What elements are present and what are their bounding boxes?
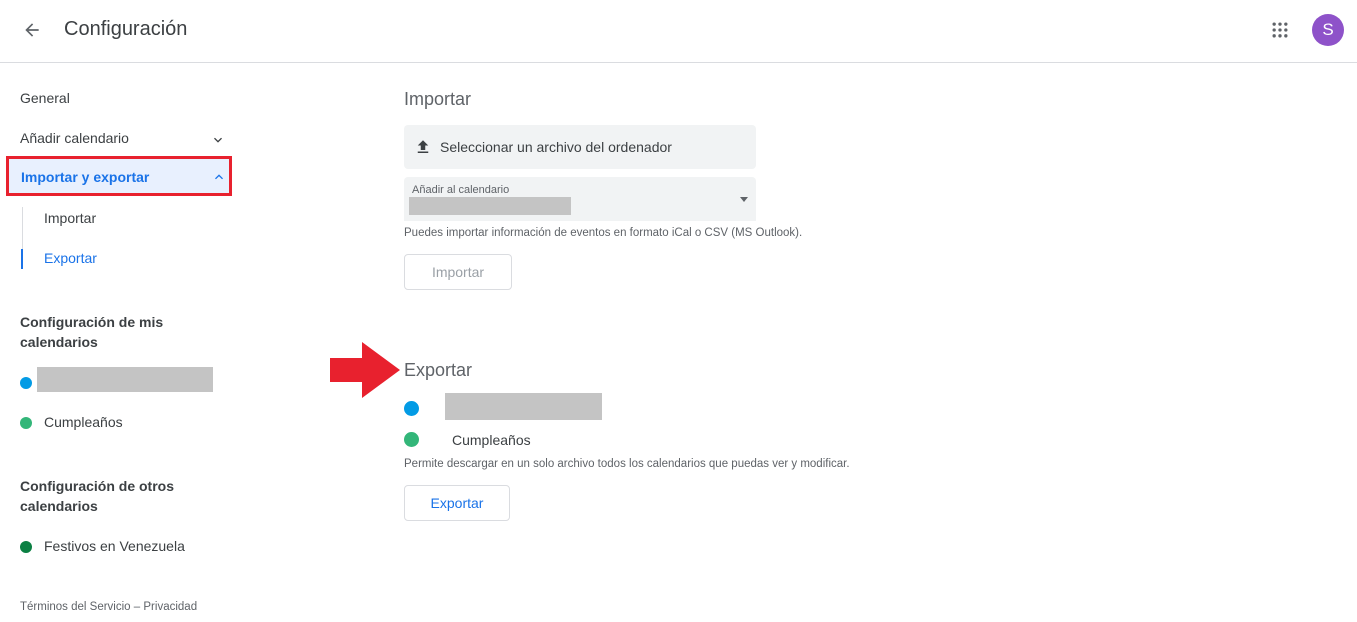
redacted-calendar-name (37, 367, 213, 392)
privacy-link[interactable]: Privacidad (143, 601, 197, 613)
export-section-title: Exportar (404, 360, 473, 380)
sidebar-item-general[interactable]: General (20, 90, 70, 106)
my-calendars-heading: Configuración de mis calendarios (20, 314, 164, 350)
upload-icon (417, 140, 429, 153)
calendar-label: Cumpleaños (44, 414, 123, 430)
dropdown-arrow-icon (740, 197, 748, 202)
settings-sidebar: General Añadir calendario Importar y exp… (0, 64, 240, 622)
import-section-title: Importar (404, 89, 472, 109)
other-calendars-heading: Configuración de otros calendarios (20, 478, 174, 514)
top-app-bar: Configuración S (0, 0, 1357, 63)
terms-link[interactable]: Términos del Servicio (20, 601, 131, 613)
export-help-text: Permite descargar en un solo archivo tod… (404, 458, 850, 470)
page-title: Configuración (64, 18, 188, 40)
annotation-arrow-icon (330, 342, 400, 398)
redacted-selected-calendar (409, 197, 571, 215)
calendar-color-dot (20, 541, 32, 553)
sidebar-item-add-calendar[interactable]: Añadir calendario (20, 130, 129, 146)
redacted-calendar-name (445, 393, 602, 420)
export-button[interactable]: Exportar (404, 485, 510, 521)
calendar-color-dot (20, 417, 32, 429)
calendar-label: Festivos en Venezuela (44, 538, 185, 554)
apps-grid-icon (1272, 22, 1288, 38)
back-button[interactable] (14, 12, 50, 48)
calendar-label: Cumpleaños (452, 432, 531, 448)
import-help-text: Puedes importar información de eventos e… (404, 227, 803, 239)
chevron-down-icon[interactable] (210, 132, 226, 148)
footer-links: Términos del Servicio – Privacidad (20, 601, 197, 613)
footer-separator: – (133, 601, 141, 613)
select-file-label: Seleccionar un archivo del ordenador (440, 139, 672, 155)
google-apps-button[interactable] (1262, 12, 1298, 48)
sidebar-subitem-export[interactable]: Exportar (44, 250, 97, 266)
sidebar-item-label: Importar y exportar (21, 169, 150, 185)
add-to-calendar-select[interactable]: Añadir al calendario (404, 177, 756, 221)
calendar-color-dot (404, 432, 419, 447)
chevron-up-icon[interactable] (211, 169, 227, 185)
submenu-active-indicator (21, 249, 23, 269)
sidebar-subitem-import[interactable]: Importar (44, 210, 96, 226)
calendar-color-dot (404, 401, 419, 416)
calendar-color-dot (20, 377, 32, 389)
arrow-left-icon (25, 23, 39, 37)
sidebar-item-import-export[interactable]: Importar y exportar (6, 156, 232, 196)
add-to-calendar-label: Añadir al calendario (412, 184, 510, 196)
account-avatar[interactable]: S (1312, 14, 1344, 46)
select-file-button[interactable]: Seleccionar un archivo del ordenador (404, 125, 756, 169)
import-button[interactable]: Importar (404, 254, 512, 290)
